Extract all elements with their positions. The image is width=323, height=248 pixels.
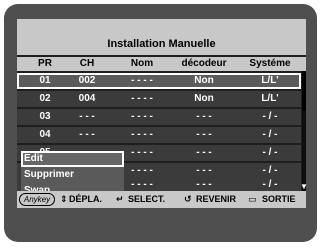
table-row[interactable]: 02 004 - - - - Non L/L'	[17, 91, 301, 107]
osd-screen: Installation Manuelle PR CH Nom décodeur…	[17, 19, 308, 199]
exit-hint: SORTIE	[262, 194, 296, 204]
cell-decodeur: - - -	[196, 179, 212, 190]
enter-icon: ↵	[116, 194, 124, 204]
table-row[interactable]: 03 - - - - - - - - - - - / -	[17, 109, 301, 125]
menu-item-delete[interactable]: Supprimer	[21, 167, 124, 183]
table-header: PR CH Nom décodeur Systéme	[17, 57, 306, 71]
table-row[interactable]: 01 002 - - - - Non L/L'	[17, 73, 301, 89]
cell-nom: - - - -	[131, 93, 153, 104]
cell-ch: - - -	[79, 111, 95, 122]
cell-pr: 04	[39, 129, 51, 140]
cell-systeme: - / -	[262, 111, 278, 122]
cell-nom: - - - -	[131, 165, 153, 176]
cell-nom: - - - -	[131, 179, 153, 190]
col-nom-header: Nom	[130, 58, 154, 69]
cell-nom: - - - -	[131, 111, 153, 122]
cell-pr: 02	[39, 93, 51, 104]
cell-ch: 004	[78, 93, 96, 104]
cell-decodeur: - - -	[196, 147, 212, 158]
cell-nom: - - - -	[131, 147, 153, 158]
return-icon: ↺	[184, 194, 192, 204]
help-bar: Anykey ⇕ DÉPLA. ↵ SELECT. ↺ REVENIR ▭ SO…	[17, 191, 306, 208]
select-hint: SELECT.	[128, 194, 166, 204]
page-title: Installation Manuelle	[107, 38, 216, 50]
cell-systeme: - / -	[262, 129, 278, 140]
cell-systeme: - / -	[262, 147, 278, 158]
cell-systeme: - / -	[262, 165, 278, 176]
cell-systeme: - / -	[262, 179, 278, 190]
cell-ch: - - -	[79, 129, 95, 140]
cell-ch: 002	[78, 75, 96, 86]
move-hint: DÉPLA.	[69, 194, 103, 204]
cell-pr: 01	[39, 75, 51, 86]
col-pr-header: PR	[38, 58, 52, 69]
table-row[interactable]: 04 - - - - - - - - - - - / -	[17, 127, 301, 143]
cell-systeme: L/L'	[261, 93, 279, 104]
scroll-down-arrow-icon[interactable]: ▼	[300, 183, 308, 191]
anykey-badge: Anykey	[19, 193, 55, 206]
cell-decodeur: - - -	[196, 111, 212, 122]
cell-nom: - - - -	[131, 75, 153, 86]
col-decodeur-header: décodeur	[181, 58, 227, 69]
up-down-arrow-icon: ⇕	[60, 194, 68, 204]
title-bar: Installation Manuelle	[17, 19, 306, 55]
menu-exit-icon: ▭	[248, 194, 257, 204]
cell-systeme: L/L'	[261, 75, 279, 86]
cell-decodeur: - - -	[196, 129, 212, 140]
cell-decodeur: - - -	[196, 165, 212, 176]
scrollbar-thumb[interactable]	[302, 71, 306, 111]
cell-nom: - - - -	[131, 129, 153, 140]
cell-decodeur: Non	[194, 93, 214, 104]
cell-pr: 03	[39, 111, 51, 122]
menu-item-edit[interactable]: Édit	[21, 151, 124, 167]
back-hint: REVENIR	[196, 194, 237, 204]
col-ch-header: CH	[79, 58, 95, 69]
col-systeme-header: Systéme	[249, 58, 291, 69]
cell-decodeur: Non	[194, 75, 214, 86]
